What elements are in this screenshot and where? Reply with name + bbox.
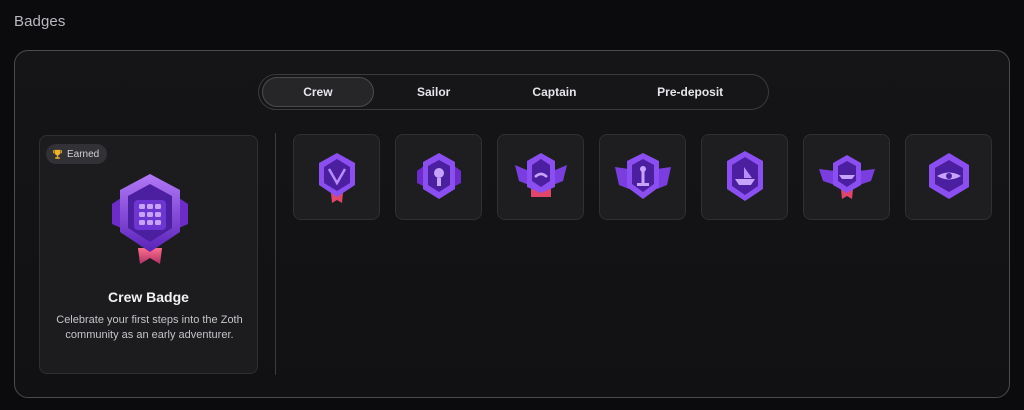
earned-status-label: Earned [67,148,100,160]
tab-captain[interactable]: Captain [494,77,616,107]
badge-tile[interactable] [803,134,890,220]
lamp-badge-icon [416,153,461,199]
badge-tile[interactable] [905,134,992,220]
compass-badge-icon [928,153,969,199]
vertical-divider [275,133,276,375]
winged-ship-badge-icon [818,155,875,199]
tab-pre-deposit[interactable]: Pre-deposit [615,77,765,107]
badge-tile[interactable] [293,134,380,220]
badge-tile[interactable] [497,134,584,220]
badge-category-tabs: Crew Sailor Captain Pre-deposit [258,74,769,110]
anchor-badge-icon [614,153,671,199]
badge-title: Crew Badge [108,289,189,305]
trophy-icon [52,149,63,159]
badge-description: Celebrate your first steps into the Zoth… [56,314,243,341]
badges-panel: Crew Sailor Captain Pre-deposit Earned C… [14,50,1010,398]
ship-badge-icon [726,151,763,201]
badge-tile[interactable] [599,134,686,220]
shield-badge-icon [318,153,355,203]
badge-tile[interactable] [395,134,482,220]
page-title: Badges [14,13,66,30]
badge-tile[interactable] [701,134,788,220]
badge-detail-card: Earned Crew Badge Celebrate your first s… [39,135,258,374]
badge-grid [293,134,992,220]
winged-badge-icon [514,153,567,197]
earned-status-badge: Earned [46,144,108,164]
crew-badge-icon [112,174,188,264]
tab-sailor[interactable]: Sailor [374,77,494,107]
tab-crew[interactable]: Crew [262,77,374,107]
